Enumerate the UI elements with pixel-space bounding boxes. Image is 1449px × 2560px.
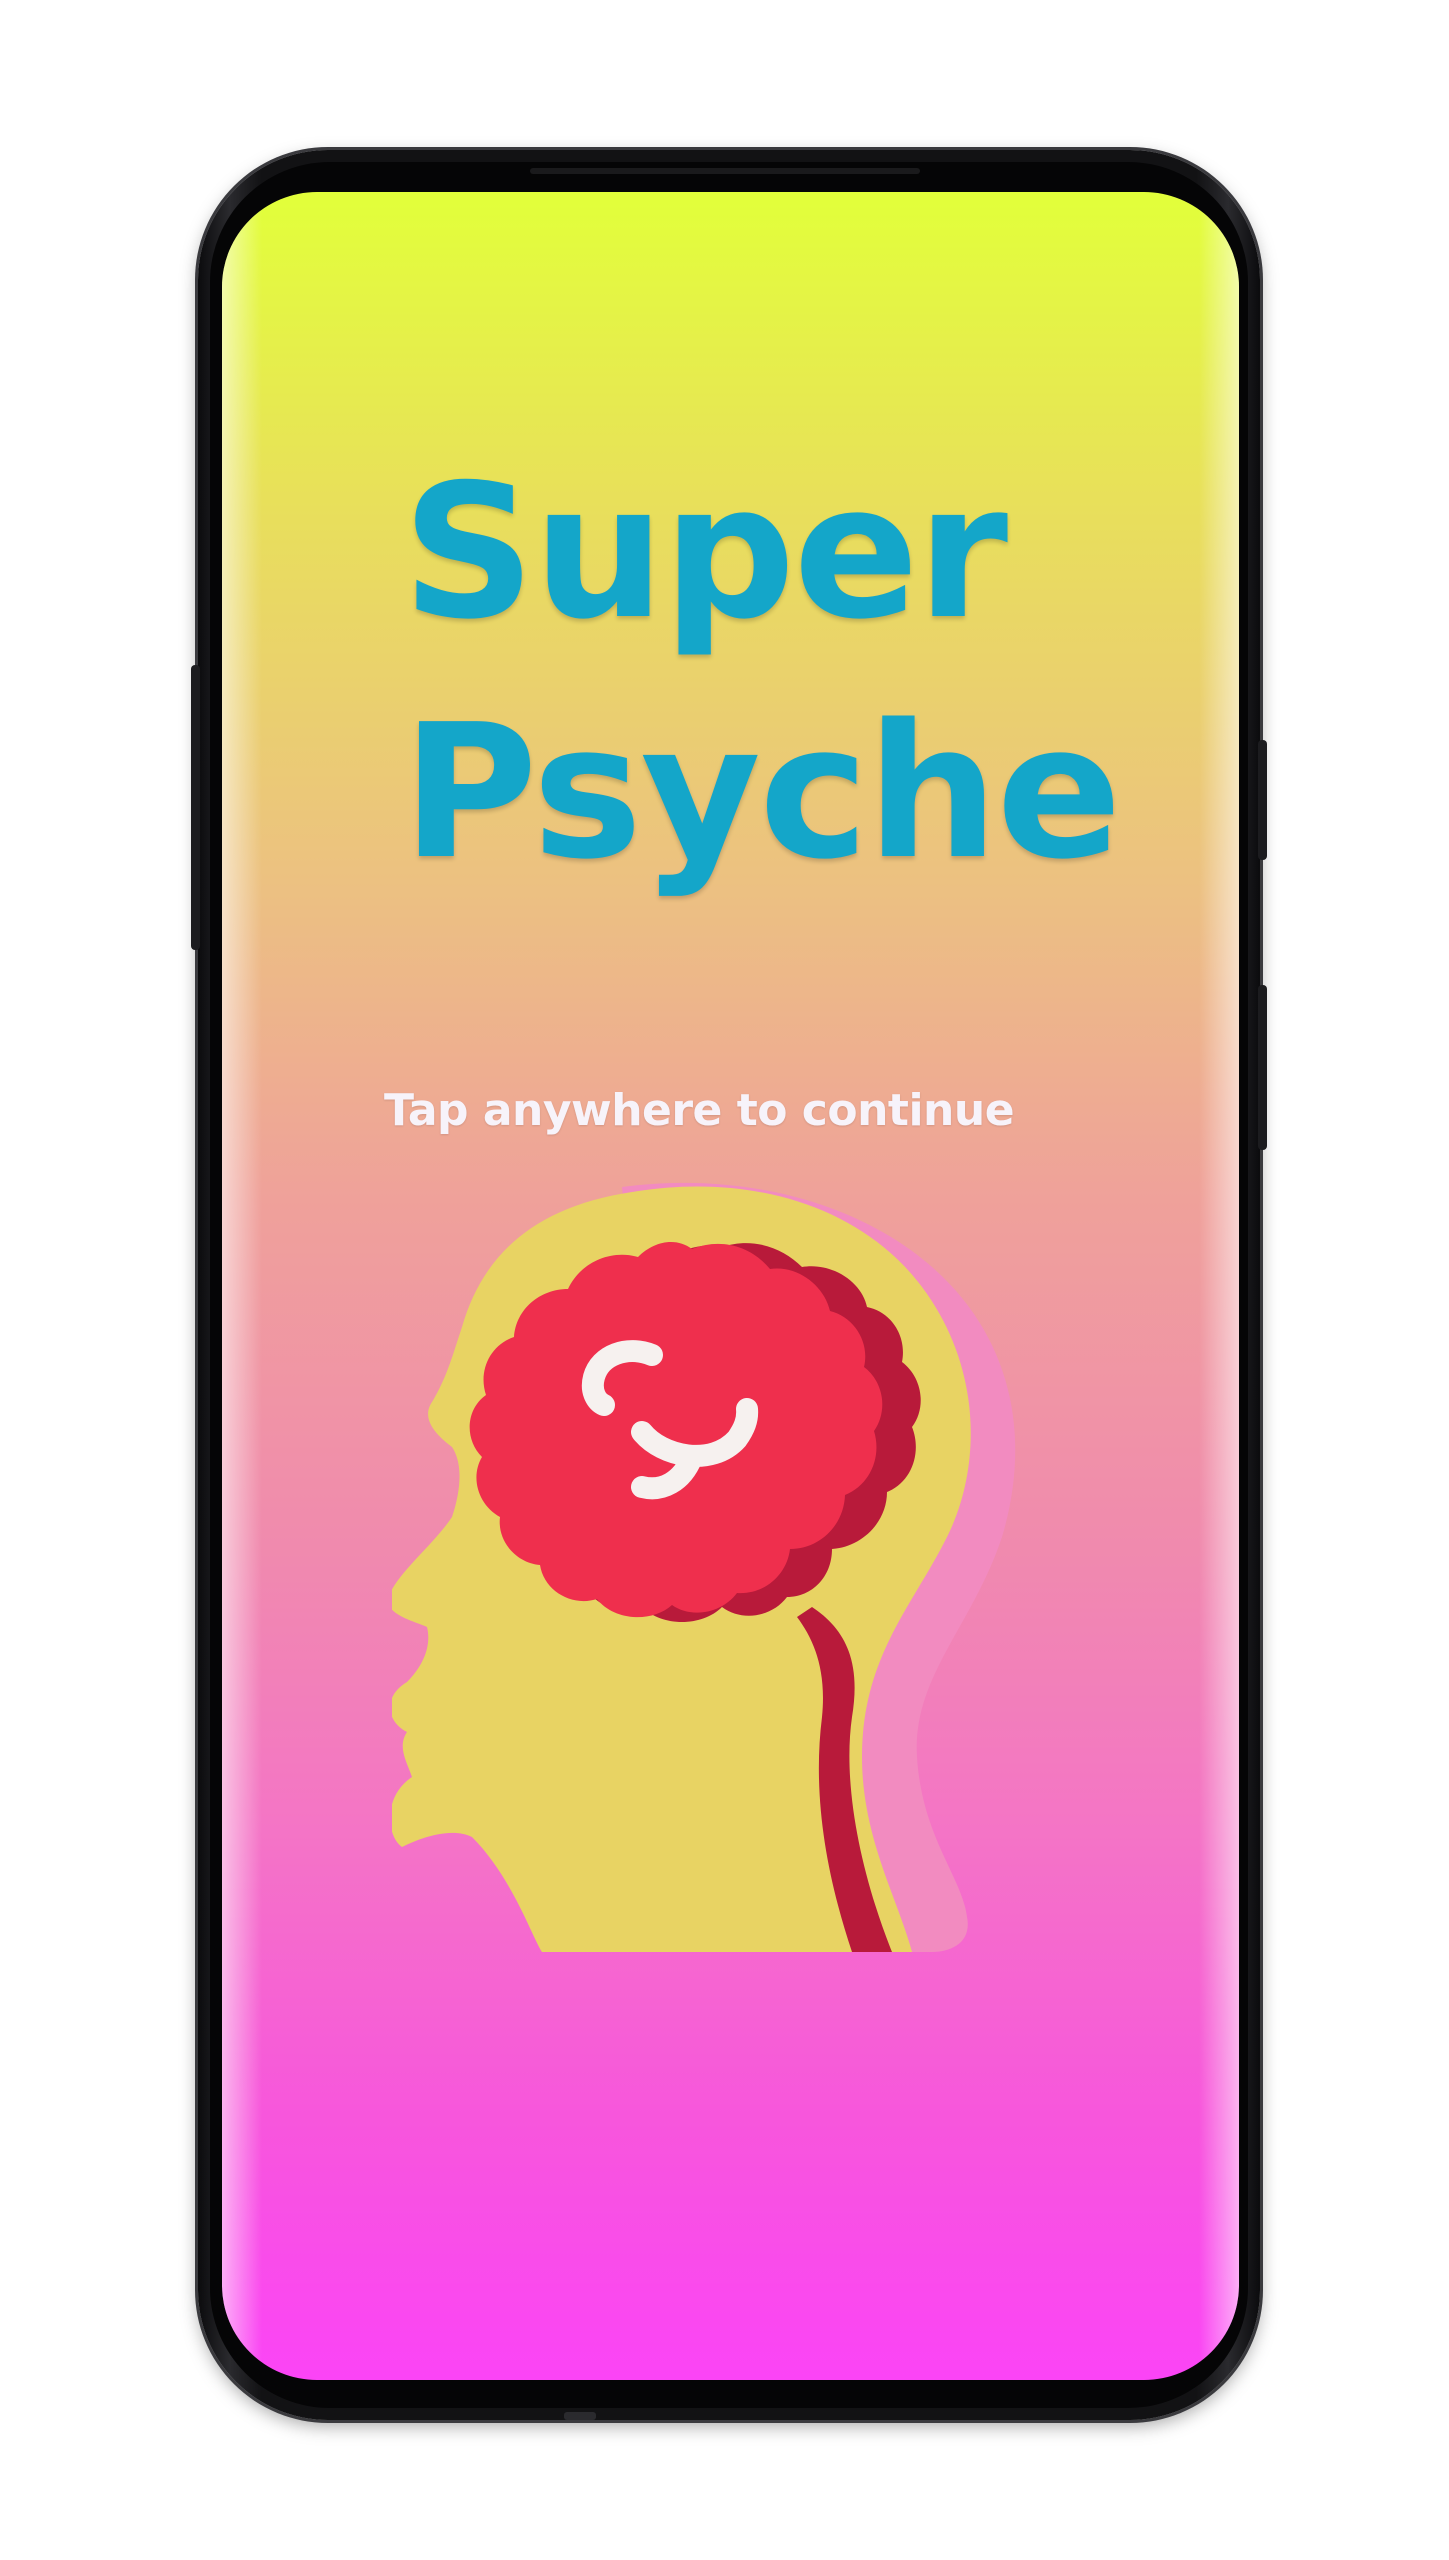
- charging-port: [564, 2412, 596, 2420]
- screen-edge-highlight-left: [222, 192, 262, 2380]
- splash-screen[interactable]: Super Psyche Tap anywhere to continue: [222, 192, 1239, 2380]
- app-title: Super Psyche: [402, 432, 1162, 912]
- tap-to-continue-hint: Tap anywhere to continue: [384, 1085, 1015, 1136]
- head-with-brain-icon: [392, 1182, 1016, 1952]
- screen-edge-highlight-right: [1199, 192, 1239, 2380]
- volume-button: [191, 665, 200, 950]
- earpiece-speaker: [530, 168, 920, 174]
- side-key: [1258, 985, 1267, 1150]
- mockup-page: Super Psyche Tap anywhere to continue: [0, 0, 1449, 2560]
- power-button: [1258, 740, 1267, 860]
- app-title-line-1: Super: [402, 444, 1008, 660]
- app-title-line-2: Psyche: [402, 684, 1122, 900]
